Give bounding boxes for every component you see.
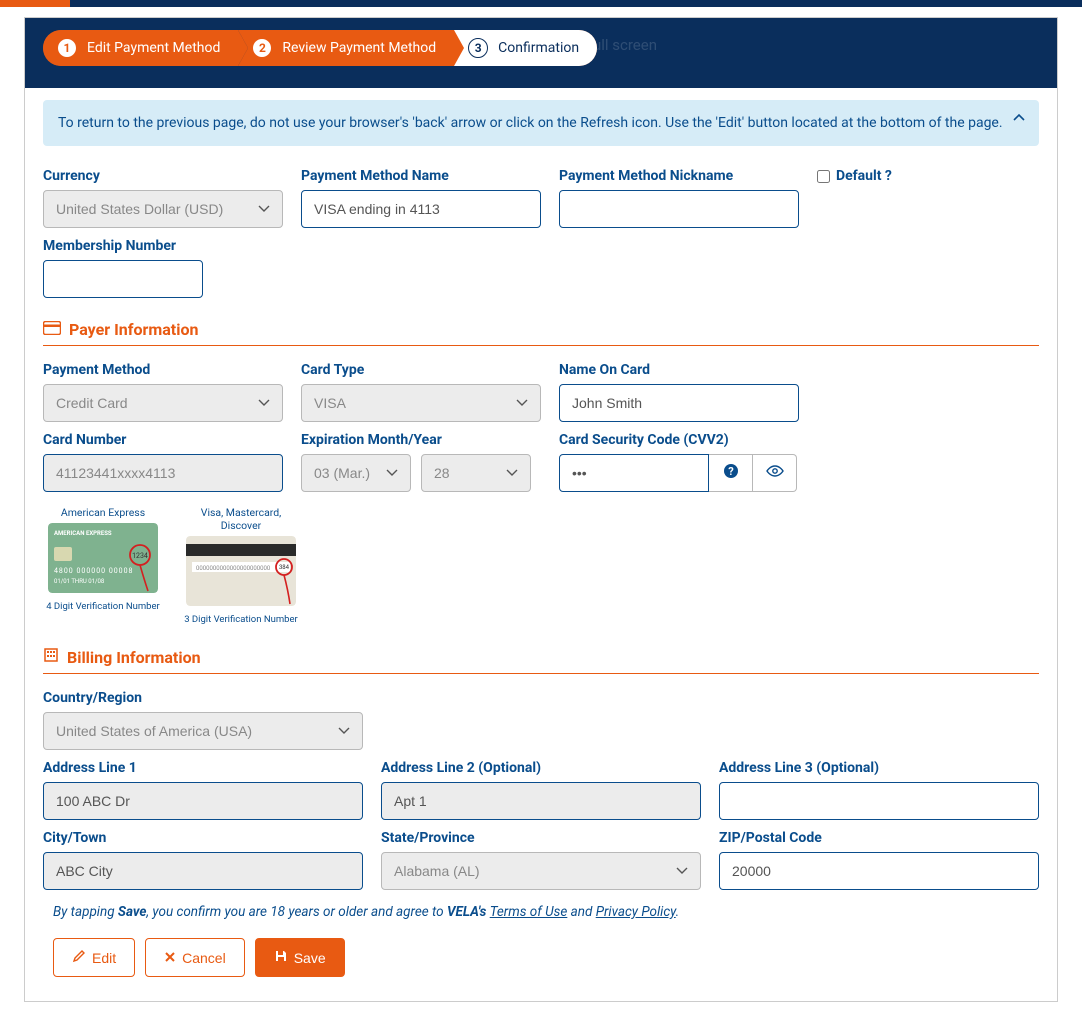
default-checkbox[interactable] <box>817 170 830 183</box>
card-type-label: Card Type <box>301 362 541 378</box>
svg-text:?: ? <box>728 465 734 478</box>
card-number-input[interactable] <box>43 454 283 492</box>
step-number: 1 <box>57 38 77 58</box>
edit-button[interactable]: Edit <box>53 938 135 977</box>
default-label: Default ? <box>836 168 892 184</box>
card-type-select[interactable]: VISA <box>301 384 541 422</box>
consent-text: By tapping Save, you confirm you are 18 … <box>53 904 1039 920</box>
payment-method-name-label: Payment Method Name <box>301 168 541 184</box>
currency-label: Currency <box>43 168 283 184</box>
svg-text:01/01 THRU 01/08: 01/01 THRU 01/08 <box>54 578 105 585</box>
floppy-disk-icon <box>274 949 288 966</box>
alert-text: To return to the previous page, do not u… <box>58 115 1003 131</box>
expiration-year-select[interactable]: 28 <box>421 454 531 492</box>
step-label: Review Payment Method <box>282 40 436 56</box>
content: To return to the previous page, do not u… <box>25 88 1057 1001</box>
payer-information-section-title: Payer Information <box>43 320 1039 346</box>
amex-card-image: AMERICAN EXPRESS 4800 000000 00008 01/01… <box>48 523 158 593</box>
svg-text:1234: 1234 <box>132 552 148 560</box>
addr1-input[interactable] <box>43 782 363 820</box>
name-on-card-input[interactable] <box>559 384 799 422</box>
svg-text:AMERICAN EXPRESS: AMERICAN EXPRESS <box>54 530 112 537</box>
alert-collapse-icon[interactable] <box>1012 111 1026 129</box>
cvv-reveal-button[interactable] <box>753 454 797 492</box>
svg-text:384: 384 <box>279 564 290 571</box>
cancel-button[interactable]: Cancel <box>145 938 245 977</box>
question-circle-icon: ? <box>723 463 739 483</box>
close-icon <box>164 950 176 966</box>
country-select[interactable]: United States of America (USA) <box>43 712 363 750</box>
zip-input[interactable] <box>719 852 1039 890</box>
city-label: City/Town <box>43 830 363 846</box>
expiration-month-select[interactable]: 03 (Mar.) <box>301 454 411 492</box>
wizard-steps-bar: ull screen 1 Edit Payment Method 2 Revie… <box>25 18 1057 88</box>
step-confirmation[interactable]: 3 Confirmation <box>454 30 597 66</box>
payment-method-label: Payment Method <box>43 362 283 378</box>
amex-caption: 4 Digit Verification Number <box>43 601 163 612</box>
addr2-label: Address Line 2 (Optional) <box>381 760 701 776</box>
payment-method-select[interactable]: Credit Card <box>43 384 283 422</box>
other-card-title: Visa, Mastercard, Discover <box>181 506 301 532</box>
step-number: 3 <box>468 38 488 58</box>
cvv-input[interactable] <box>559 454 709 492</box>
addr3-label: Address Line 3 (Optional) <box>719 760 1039 776</box>
privacy-policy-link[interactable]: Privacy Policy <box>596 904 676 920</box>
expiration-label: Expiration Month/Year <box>301 432 541 448</box>
pencil-icon <box>72 949 86 966</box>
payment-method-name-input[interactable] <box>301 190 541 228</box>
save-button[interactable]: Save <box>255 938 345 977</box>
payment-method-nickname-label: Payment Method Nickname <box>559 168 799 184</box>
step-number: 2 <box>252 38 272 58</box>
amex-title: American Express <box>43 506 163 519</box>
cvv-label: Card Security Code (CVV2) <box>559 432 797 448</box>
step-label: Confirmation <box>498 40 579 56</box>
other-card-image: 0000000000000000000000 384 <box>186 536 296 606</box>
step-review-payment-method[interactable]: 2 Review Payment Method <box>238 30 454 66</box>
step-edit-payment-method[interactable]: 1 Edit Payment Method <box>43 30 238 66</box>
billing-information-section-title: Billing Information <box>43 647 1039 674</box>
terms-of-use-link[interactable]: Terms of Use <box>490 904 568 920</box>
membership-number-label: Membership Number <box>43 238 203 254</box>
state-select[interactable]: Alabama (AL) <box>381 852 701 890</box>
payment-method-nickname-input[interactable] <box>559 190 799 228</box>
wizard-steps: 1 Edit Payment Method 2 Review Payment M… <box>43 30 597 66</box>
addr3-input[interactable] <box>719 782 1039 820</box>
eye-icon <box>766 464 784 482</box>
addr1-label: Address Line 1 <box>43 760 363 776</box>
state-label: State/Province <box>381 830 701 846</box>
main-panel: ull screen 1 Edit Payment Method 2 Revie… <box>24 17 1058 1002</box>
info-alert: To return to the previous page, do not u… <box>43 100 1039 146</box>
step-label: Edit Payment Method <box>87 40 220 56</box>
city-input[interactable] <box>43 852 363 890</box>
ghost-text: ull screen <box>593 36 657 54</box>
building-icon <box>43 647 59 667</box>
top-accent-bar <box>0 0 1082 7</box>
membership-number-input[interactable] <box>43 260 203 298</box>
zip-label: ZIP/Postal Code <box>719 830 1039 846</box>
svg-text:4800 000000 00008: 4800 000000 00008 <box>54 567 133 575</box>
addr2-input[interactable] <box>381 782 701 820</box>
credit-card-icon <box>43 320 61 339</box>
name-on-card-label: Name On Card <box>559 362 799 378</box>
country-label: Country/Region <box>43 690 363 706</box>
currency-select[interactable]: United States Dollar (USD) <box>43 190 283 228</box>
cvv-help-images: American Express AMERICAN EXPRESS 4800 0… <box>43 506 301 625</box>
card-number-label: Card Number <box>43 432 283 448</box>
svg-text:0000000000000000000000: 0000000000000000000000 <box>196 565 271 572</box>
other-card-caption: 3 Digit Verification Number <box>181 614 301 625</box>
cvv-help-button[interactable]: ? <box>709 454 753 492</box>
